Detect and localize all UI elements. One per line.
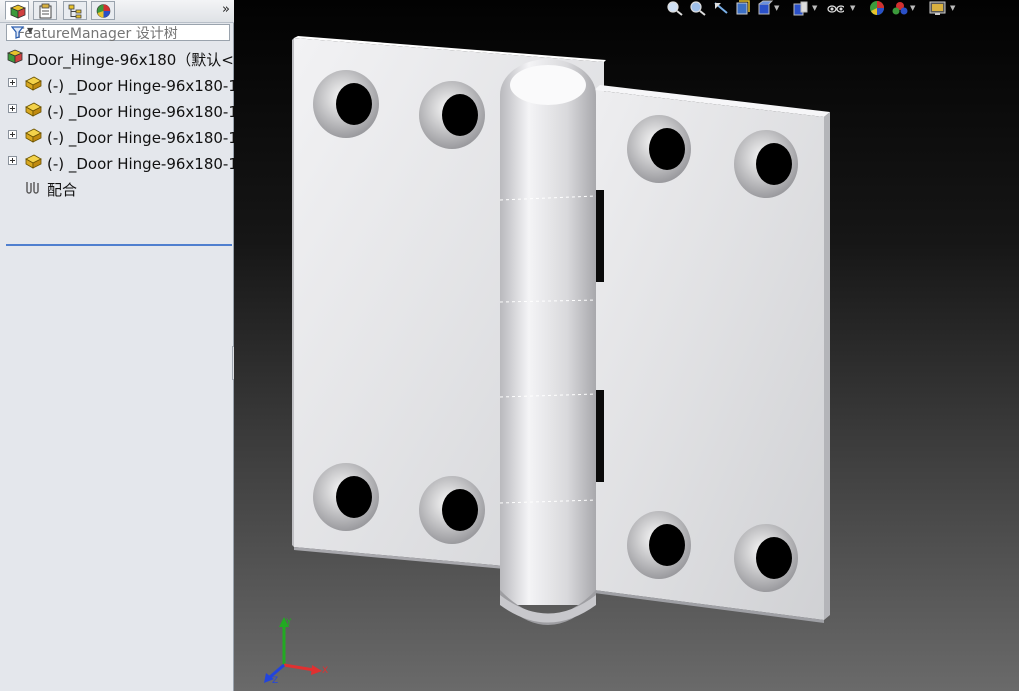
configuration-icon (68, 4, 82, 19)
part-icon (25, 128, 42, 143)
part-icon (25, 76, 42, 91)
tree-filter-input[interactable] (17, 26, 217, 42)
appearance-pie-icon (96, 4, 111, 18)
hinge-pin-barrel (499, 59, 597, 625)
hinge-model-view[interactable] (234, 0, 1019, 691)
rollback-bar[interactable] (6, 244, 232, 246)
expand-icon[interactable] (8, 130, 17, 139)
tree-item-label: 配合 (47, 181, 78, 199)
expand-icon[interactable] (8, 104, 17, 113)
axis-x-label: X (322, 666, 328, 676)
configurationmanager-tab[interactable] (63, 1, 87, 20)
mates-paperclip-icon (26, 182, 39, 194)
panel-tab-bar: » (0, 0, 234, 23)
filter-row: ▼ (0, 22, 234, 44)
assembly-tree-icon (9, 4, 26, 19)
propertymanager-tab[interactable] (33, 1, 57, 20)
graphics-area[interactable]: ▼ ▼ ▼ ▼ ▼ Y X Z (234, 0, 1019, 691)
reference-triad: Y X Z (264, 617, 328, 685)
filter-funnel-icon[interactable] (11, 26, 25, 39)
filter-box: ▼ (6, 24, 230, 42)
chevron-down-icon[interactable]: ▼ (27, 26, 33, 35)
expand-icon[interactable] (8, 156, 17, 165)
expand-icon[interactable] (8, 78, 17, 87)
axis-z-label: Z (272, 676, 278, 685)
expand-panel-button[interactable]: » (222, 2, 230, 17)
axis-y-label: Y (285, 618, 292, 628)
part-icon (25, 102, 42, 117)
part-icon (25, 154, 42, 169)
property-icon (39, 3, 52, 19)
assembly-icon (6, 49, 24, 64)
display-manager-tab[interactable] (91, 1, 115, 20)
featuremanager-panel: » ▼ Door_Hinge-96x180（默认<默认_显示状态-1>） (0, 0, 481, 691)
featuremanager-tab[interactable] (5, 1, 29, 20)
